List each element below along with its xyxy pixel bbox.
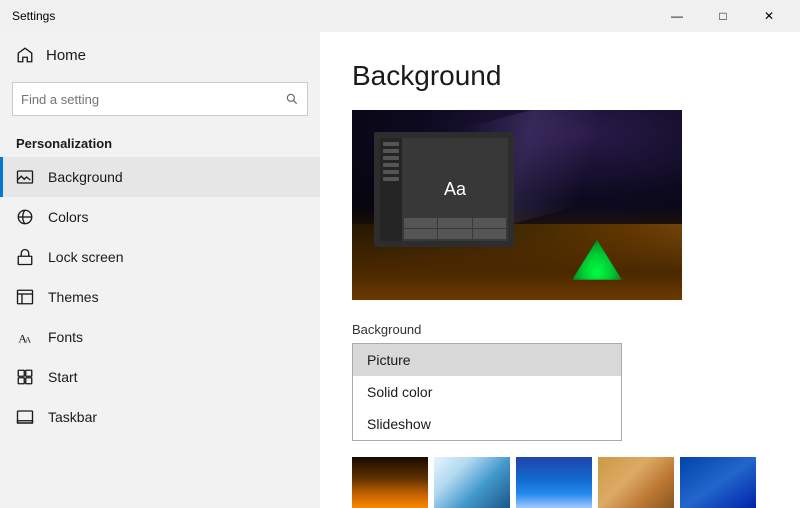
- monitor-overlay: Aa: [374, 132, 514, 247]
- maximize-button[interactable]: □: [700, 0, 746, 32]
- colors-icon: [16, 208, 34, 226]
- grid-cell-2: [438, 218, 471, 228]
- background-dropdown[interactable]: Picture Solid color Slideshow: [352, 343, 622, 441]
- grid-cell-1: [404, 218, 437, 228]
- page-title: Background: [352, 60, 768, 92]
- background-section-label: Background: [352, 322, 768, 337]
- lock-screen-icon: [16, 248, 34, 266]
- app-body: Home Personalization Background: [0, 32, 800, 508]
- thumbnail-2[interactable]: [434, 457, 510, 508]
- sidebar-item-fonts[interactable]: A A Fonts: [0, 317, 320, 357]
- dropdown-option-solid-color[interactable]: Solid color: [353, 376, 621, 408]
- themes-icon: [16, 288, 34, 306]
- monitor-grid: [402, 216, 508, 241]
- app-title: Settings: [12, 9, 55, 23]
- sidebar: Home Personalization Background: [0, 32, 320, 508]
- start-icon: [16, 368, 34, 386]
- monitor-inner: Aa: [380, 138, 508, 241]
- dropdown-option-slideshow[interactable]: Slideshow: [353, 408, 621, 440]
- mini-bar-4: [383, 163, 399, 167]
- minimize-button[interactable]: —: [654, 0, 700, 32]
- monitor-content: Aa: [402, 138, 508, 241]
- grid-cell-4: [404, 229, 437, 239]
- search-input[interactable]: [21, 92, 285, 107]
- sidebar-home[interactable]: Home: [0, 32, 320, 78]
- grid-cell-5: [438, 229, 471, 239]
- window-controls: — □ ✕: [654, 0, 792, 32]
- svg-text:A: A: [25, 335, 31, 344]
- themes-label: Themes: [48, 289, 99, 305]
- grid-cell-3: [473, 218, 506, 228]
- sidebar-item-themes[interactable]: Themes: [0, 277, 320, 317]
- title-bar: Settings — □ ✕: [0, 0, 800, 32]
- taskbar-label: Taskbar: [48, 409, 97, 425]
- thumbnail-1[interactable]: [352, 457, 428, 508]
- home-icon: [16, 46, 34, 64]
- mini-bar-3: [383, 156, 399, 160]
- preview-container: Aa: [352, 110, 682, 300]
- monitor-sidebar-mini: [380, 138, 402, 241]
- search-box[interactable]: [12, 82, 308, 116]
- aa-text: Aa: [444, 179, 466, 200]
- sidebar-item-colors[interactable]: Colors: [0, 197, 320, 237]
- home-label: Home: [46, 47, 86, 64]
- thumbnail-5[interactable]: [680, 457, 756, 508]
- search-icon: [285, 92, 299, 106]
- colors-label: Colors: [48, 209, 88, 225]
- close-button[interactable]: ✕: [746, 0, 792, 32]
- main-panel: Background: [320, 32, 800, 508]
- lock-screen-label: Lock screen: [48, 249, 123, 265]
- mini-bar-2: [383, 149, 399, 153]
- grid-cell-6: [473, 229, 506, 239]
- thumbnail-4[interactable]: [598, 457, 674, 508]
- mini-bar-5: [383, 170, 399, 174]
- start-label: Start: [48, 369, 78, 385]
- dropdown-option-picture[interactable]: Picture: [353, 344, 621, 376]
- sidebar-item-background[interactable]: Background: [0, 157, 320, 197]
- thumbnail-3[interactable]: [516, 457, 592, 508]
- background-icon: [16, 168, 34, 186]
- mini-bar-1: [383, 142, 399, 146]
- sidebar-item-start[interactable]: Start: [0, 357, 320, 397]
- taskbar-icon: [16, 408, 34, 426]
- fonts-label: Fonts: [48, 329, 83, 345]
- sidebar-item-lock-screen[interactable]: Lock screen: [0, 237, 320, 277]
- thumbnail-strip: [352, 457, 768, 508]
- section-header: Personalization: [0, 128, 320, 157]
- fonts-icon: A A: [16, 328, 34, 346]
- mini-bar-6: [383, 177, 399, 181]
- sidebar-item-taskbar[interactable]: Taskbar: [0, 397, 320, 437]
- background-label: Background: [48, 169, 123, 185]
